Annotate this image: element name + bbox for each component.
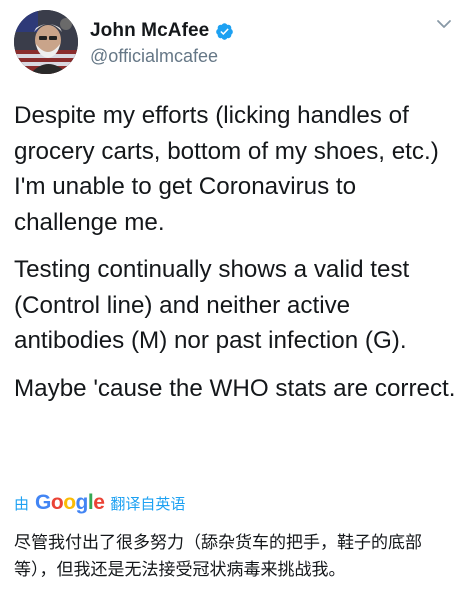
user-handle[interactable]: @officialmcafee <box>90 46 218 67</box>
translation-attribution[interactable]: 由 Google 翻译自英语 <box>14 491 186 514</box>
avatar[interactable] <box>14 10 78 74</box>
display-name[interactable]: John McAfee <box>90 20 209 42</box>
portrait-avatar-image <box>14 10 78 74</box>
name-row[interactable]: John McAfee <box>90 20 234 42</box>
translated-from-label: 翻译自英语 <box>110 495 186 513</box>
chevron-down-icon[interactable] <box>434 14 454 34</box>
tweet-header: John McAfee @officialmcafee <box>14 10 454 74</box>
translated-by-label: 由 <box>14 495 30 513</box>
tweet-paragraph: Maybe 'cause the WHO stats are correct. <box>14 374 456 402</box>
verified-badge-icon <box>216 22 234 40</box>
tweet-paragraph: Testing continually shows a valid test (… <box>14 256 417 354</box>
translated-text: 尽管我付出了很多努力（舔杂货车的把手，鞋子的底部等），但我还是无法接受冠状病毒来… <box>14 533 422 580</box>
tweet-text: Despite my efforts (licking handles of g… <box>14 98 458 418</box>
google-logo: Google <box>35 491 105 514</box>
tweet-paragraph: Despite my efforts (licking handles of g… <box>14 102 446 236</box>
